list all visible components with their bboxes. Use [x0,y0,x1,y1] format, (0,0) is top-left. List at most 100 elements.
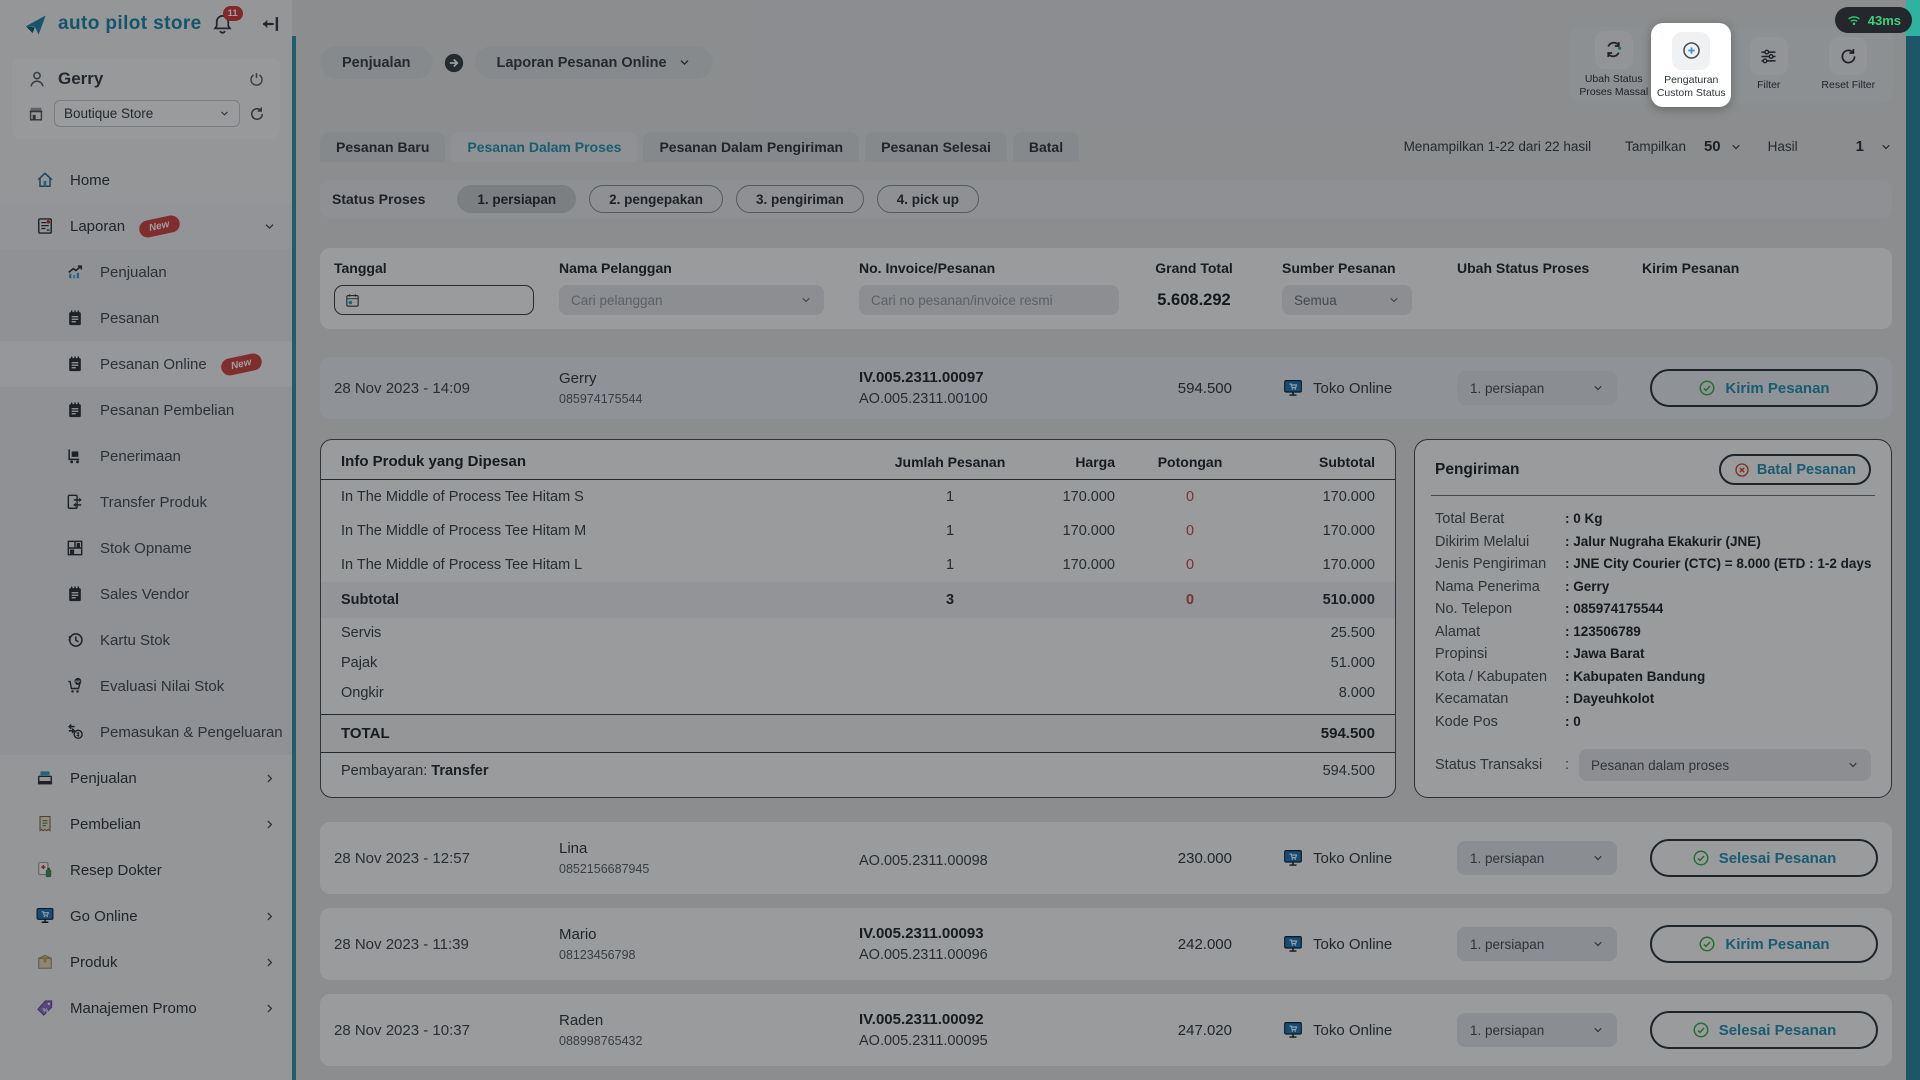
source-filter-select[interactable]: Semua [1282,285,1412,315]
sidebar-item-home[interactable]: Home [0,157,292,203]
process-status-select[interactable]: 1. persiapan [1457,371,1617,405]
breadcrumb-parent[interactable]: Penjualan [320,46,433,79]
sidebar-item-penerimaan[interactable]: Penerimaan [0,433,292,479]
refresh-store-icon[interactable] [248,105,266,123]
product-subtotal: 170.000 [1265,523,1375,539]
pengaturan-custom-status-button[interactable]: Pengaturan Custom Status [1651,23,1731,107]
chevron-down-icon[interactable] [1880,141,1892,153]
sidebar-item-kartu-stok[interactable]: Kartu Stok [0,617,292,663]
reset-filter-button[interactable]: Reset Filter [1809,37,1888,92]
breadcrumb-parent-label: Penjualan [342,55,411,71]
latency-value: 43ms [1868,13,1901,28]
scrollbar-track[interactable] [1906,0,1920,1080]
store-select[interactable]: Boutique Store [54,100,240,127]
selesai-pesanan-button[interactable]: Selesai Pesanan [1650,1011,1878,1049]
order-number: AO.005.2311.00096 [859,947,1154,963]
status-chip-4-pick-up[interactable]: 4. pick up [877,185,979,213]
check-circle-icon [1692,849,1710,867]
sidebar-item-go-online[interactable]: Go Online [0,893,292,939]
order-row[interactable]: 28 Nov 2023 - 10:37Raden088998765432IV.0… [320,994,1892,1066]
order-date: 28 Nov 2023 - 10:37 [334,1022,559,1039]
batal-pesanan-button[interactable]: Batal Pesanan [1719,454,1871,485]
notifications-bell-icon[interactable]: 11 [211,13,234,36]
sidebar-item-produk[interactable]: Produk [0,939,292,985]
logout-power-icon[interactable] [247,70,266,89]
chevron-down-icon[interactable] [1730,141,1742,153]
status-chip-3-pengiriman[interactable]: 3. pengiriman [736,185,864,213]
sidebar-item-manajemen-promo[interactable]: %Manajemen Promo [0,985,292,1031]
order-row[interactable]: 28 Nov 2023 - 14:09Gerry085974175544IV.0… [320,357,1892,419]
column-header-tanggal: Tanggal [334,260,559,276]
process-status-select[interactable]: 1. persiapan [1457,1013,1617,1047]
order-row[interactable]: 28 Nov 2023 - 12:57Lina0852156687945AO.0… [320,822,1892,894]
sidebar-item-pembelian[interactable]: Pembelian [0,801,292,847]
tab-pesanan-dalam-proses[interactable]: Pesanan Dalam Proses [451,132,637,162]
chevron-down-icon [219,108,230,119]
tab-pesanan-selesai[interactable]: Pesanan Selesai [865,132,1007,162]
ubah-status-proses-massal-button[interactable]: Ubah Status Proses Massal [1574,31,1653,99]
shipping-field-kode-pos: Kode Pos: 0 [1435,711,1871,734]
ordered-products-card: Info Produk yang Dipesan Jumlah Pesanan … [320,439,1396,798]
transaction-status-select[interactable]: Pesanan dalam proses [1579,749,1871,781]
order-numbers: AO.005.2311.00098 [859,848,1154,869]
tab-pesanan-baru[interactable]: Pesanan Baru [320,132,445,162]
sidebar-item-resep-dokter[interactable]: Resep Dokter [0,847,292,893]
process-status-select[interactable]: 1. persiapan [1457,927,1617,961]
order-customer: Mario08123456798 [559,926,859,962]
brand-row: auto pilot store 11 [0,0,292,48]
status-chip-1-persiapan[interactable]: 1. persiapan [457,185,576,213]
sidebar-item-label: Laporan [70,218,125,235]
sidebar-item-penjualan[interactable]: Penjualan [0,755,292,801]
breadcrumb-current[interactable]: Laporan Pesanan Online [475,46,713,79]
invoice-number: IV.005.2311.00093 [859,925,1154,942]
sidebar-item-label: Penerimaan [100,448,181,465]
customer-phone: 088998765432 [559,1034,859,1048]
customer-filter-select[interactable]: Cari pelanggan [559,285,824,315]
fee-label: Servis [341,625,381,641]
customer-filter-placeholder: Cari pelanggan [571,293,663,308]
status-chip-2-pengepakan[interactable]: 2. pengepakan [589,185,723,213]
tab-batal[interactable]: Batal [1013,132,1079,162]
sidebar-item-penjualan[interactable]: Penjualan [0,249,292,295]
customer-name: Lina [559,840,859,857]
filter-button[interactable]: Filter [1729,37,1808,92]
col-subtotal: Subtotal [1265,454,1375,470]
page-select[interactable]: 1 [1856,138,1864,155]
sidebar-item-pemasukan-pengeluaran[interactable]: Pemasukan & Pengeluaran [0,709,292,755]
sidebar-item-transfer-produk[interactable]: Transfer Produk [0,479,292,525]
shipping-field-label: Nama Penerima [1435,576,1565,599]
sidebar-item-pesanan-pembelian[interactable]: Pesanan Pembelian [0,387,292,433]
fee-row-pajak: Pajak51.000 [321,648,1395,678]
collapse-sidebar-icon[interactable] [259,13,281,35]
tab-pesanan-dalam-pengiriman[interactable]: Pesanan Dalam Pengiriman [643,132,859,162]
product-subtotal: 170.000 [1265,489,1375,505]
sidebar-item-pesanan[interactable]: Pesanan [0,295,292,341]
process-status-value: 1. persiapan [1470,381,1544,396]
sidebar-item-evaluasi-nilai-stok[interactable]: RPEvaluasi Nilai Stok [0,663,292,709]
sidebar-item-stok-opname[interactable]: Stok Opname [0,525,292,571]
cash-register-icon [34,768,56,788]
process-status-select[interactable]: 1. persiapan [1457,841,1617,875]
sidebar-item-pesanan-online[interactable]: Pesanan OnlineNew [0,341,292,387]
order-notebook-icon [64,584,86,604]
date-filter-input[interactable] [334,285,534,315]
product-name: In The Middle of Process Tee Hitam M [341,523,880,539]
chevron-down-icon [1592,852,1604,864]
order-date: 28 Nov 2023 - 11:39 [334,936,559,953]
shipping-field-label: Kode Pos [1435,711,1565,734]
customer-name: Gerry [559,370,859,387]
order-row[interactable]: 28 Nov 2023 - 11:39Mario08123456798IV.00… [320,908,1892,980]
invoice-search-input[interactable] [859,285,1119,315]
order-customer: Gerry085974175544 [559,370,859,406]
kirim-pesanan-button[interactable]: Kirim Pesanan [1650,925,1878,963]
order-numbers: IV.005.2311.00097AO.005.2311.00100 [859,369,1154,407]
sidebar-item-sales-vendor[interactable]: Sales Vendor [0,571,292,617]
per-page-select[interactable]: 50 [1704,138,1721,155]
column-header-no-invoice-pesanan: No. Invoice/Pesanan [859,260,1154,276]
sidebar-item-label: Pesanan Online [100,356,207,373]
shipping-field-value: : 0 Kg [1565,508,1603,531]
sidebar-item-laporan[interactable]: LaporanNew [0,203,292,249]
wifi-icon [1846,12,1862,28]
selesai-pesanan-button[interactable]: Selesai Pesanan [1650,839,1878,877]
kirim-pesanan-button[interactable]: Kirim Pesanan [1650,369,1878,407]
